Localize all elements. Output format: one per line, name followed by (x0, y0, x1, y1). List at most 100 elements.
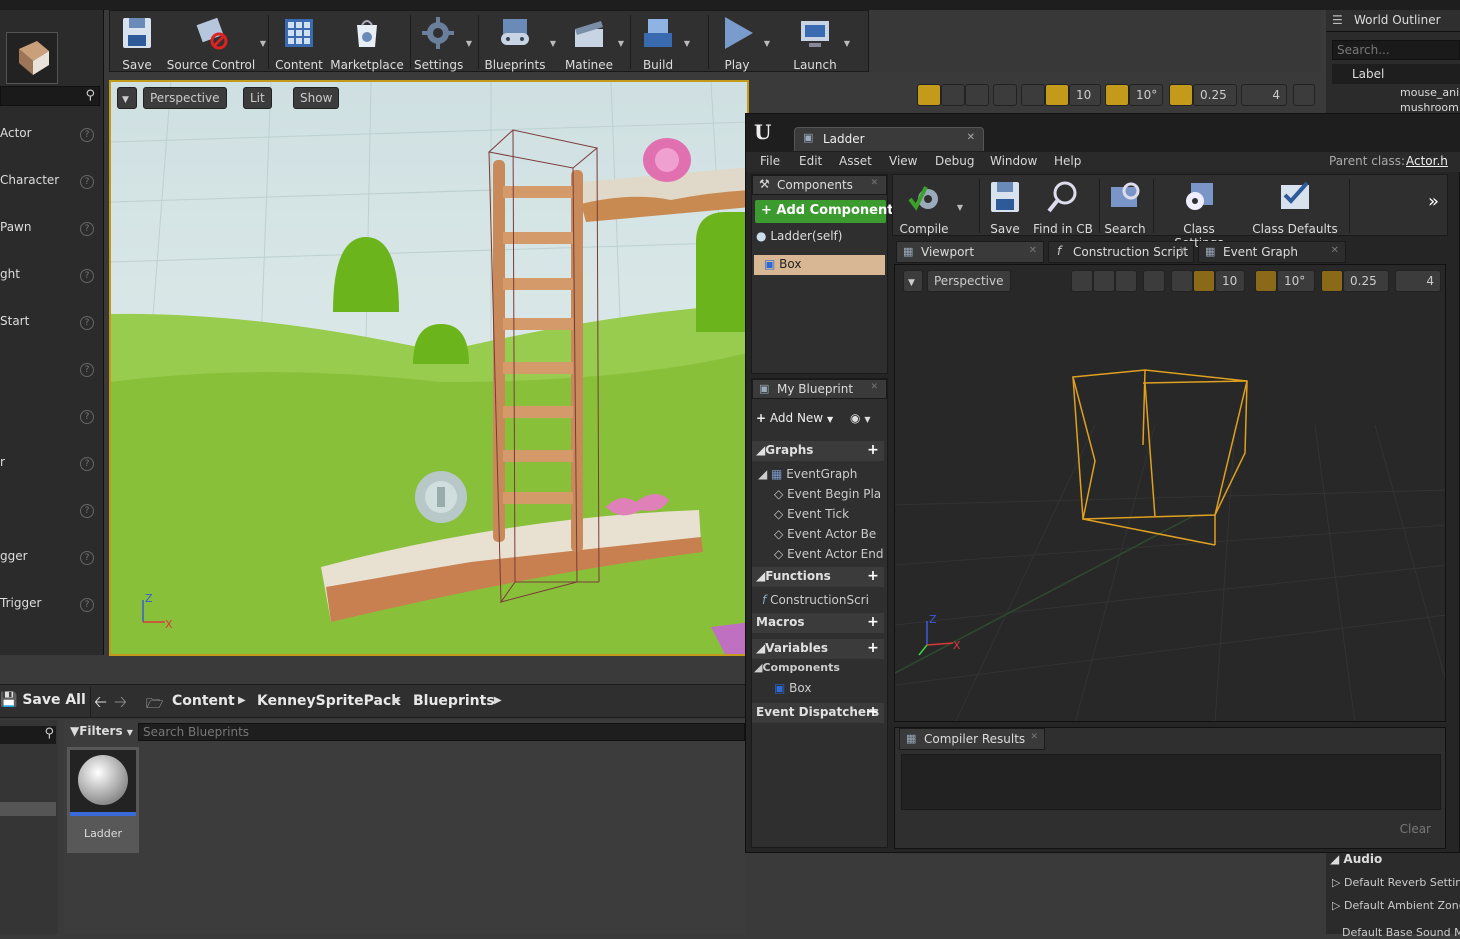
bp-viewport-options-button[interactable]: ▼ (903, 270, 923, 292)
back-icon[interactable]: 🡠 (94, 691, 107, 718)
bp-perspective-button[interactable]: Perspective (927, 270, 1011, 292)
viewport-options-button[interactable]: ▼ (117, 87, 137, 109)
asset-tile-ladder[interactable]: Ladder (67, 747, 139, 853)
scale-icon[interactable] (965, 84, 989, 106)
breadcrumb-blueprints[interactable]: Blueprints (413, 693, 495, 709)
placeable-item[interactable]: ? (0, 408, 100, 428)
add-macro-icon[interactable]: + (866, 615, 880, 629)
chevron-down-icon[interactable]: ▼ (618, 39, 624, 48)
parent-class-link[interactable]: Actor.h (1406, 154, 1448, 168)
help-icon[interactable]: ? (80, 222, 94, 236)
scale-snap-icon[interactable] (1169, 84, 1193, 106)
bp-camera-speed[interactable]: 4 (1395, 270, 1441, 292)
scale-icon[interactable] (1115, 270, 1137, 292)
translate-icon[interactable] (1071, 270, 1093, 292)
rotation-snap-size[interactable]: 10° (1129, 84, 1163, 106)
asset-search-input[interactable]: Search Blueprints (138, 723, 745, 741)
show-button[interactable]: Show (293, 87, 340, 109)
save-all-button[interactable]: 💾 Save All (0, 692, 86, 708)
placeable-item[interactable]: Start? (0, 314, 100, 334)
event-item[interactable]: ◇ Event Begin Pla (774, 487, 886, 501)
view-options-button[interactable]: ◉ ▼ (850, 411, 870, 425)
surface-snap-icon[interactable] (1021, 84, 1045, 106)
world-local-icon[interactable] (1143, 270, 1165, 292)
source-control-button[interactable]: Source Control ▼ (166, 13, 266, 72)
outliner-search-input[interactable]: Search... (1332, 40, 1460, 60)
placeable-item[interactable]: Character? (0, 173, 100, 193)
audio-section[interactable]: ◢ Audio (1330, 852, 1382, 866)
placeable-item[interactable]: Actor? (0, 126, 100, 146)
filters-button[interactable]: ▼Filters ▼ (70, 724, 133, 738)
scale-snap-icon[interactable] (1321, 270, 1343, 292)
add-component-button[interactable]: + Add Component (755, 200, 893, 223)
event-dispatchers-section[interactable]: Event Dispatchers + (752, 703, 884, 723)
menu-help[interactable]: Help (1054, 154, 1081, 168)
breadcrumb-content[interactable]: Content (172, 693, 235, 709)
breadcrumb-kenneyspritepack[interactable]: KenneySpritePack (257, 693, 401, 709)
help-icon[interactable]: ? (80, 504, 94, 518)
close-icon[interactable]: ✕ (967, 132, 975, 143)
chevron-down-icon[interactable]: ▼ (260, 39, 266, 48)
close-icon[interactable]: ✕ (1030, 732, 1038, 742)
menu-file[interactable]: File (760, 154, 780, 168)
bp-save-button[interactable]: Save (985, 177, 1025, 236)
details-row[interactable]: ▷ Default Reverb Settings (1332, 876, 1460, 889)
placeable-item[interactable]: gger? (0, 549, 100, 569)
forward-icon[interactable]: 🡢 (114, 691, 127, 718)
content-button[interactable]: Content (274, 13, 324, 72)
bp-rotation-snap-size[interactable]: 10° (1277, 270, 1315, 292)
place-mode-icon[interactable] (6, 32, 58, 84)
component-box[interactable]: ▣ Box (754, 255, 885, 275)
event-item[interactable]: ◇ Event Tick (774, 507, 886, 521)
build-button[interactable]: Build ▼ (636, 13, 690, 72)
folder-icon[interactable]: 🗁 (146, 693, 163, 717)
tab-viewport[interactable]: ▦ Viewport ✕ (896, 241, 1044, 263)
menu-debug[interactable]: Debug (935, 154, 974, 168)
add-dispatcher-icon[interactable]: + (866, 705, 880, 719)
compile-button[interactable]: Compile ▼ (899, 177, 963, 236)
grid-snap-icon[interactable] (1193, 270, 1215, 292)
tab-construction-script[interactable]: f Construction Script ✕ (1048, 241, 1194, 263)
help-icon[interactable]: ? (80, 363, 94, 377)
save-button[interactable]: Save (114, 13, 160, 72)
chevron-down-icon[interactable]: ▼ (550, 39, 556, 48)
grid-snap-icon[interactable] (1045, 84, 1069, 106)
help-icon[interactable]: ? (80, 551, 94, 565)
close-icon[interactable]: ✕ (870, 178, 878, 188)
menu-view[interactable]: View (889, 154, 917, 168)
rotation-snap-icon[interactable] (1255, 270, 1277, 292)
close-icon[interactable]: ✕ (870, 382, 878, 392)
expand-toolbar-icon[interactable]: » (1428, 191, 1439, 212)
placeable-item[interactable]: ? (0, 361, 100, 381)
search-button[interactable]: Search (1103, 177, 1147, 236)
details-row[interactable]: Default Base Sound M (1342, 926, 1460, 939)
help-icon[interactable]: ? (80, 128, 94, 142)
menu-asset[interactable]: Asset (839, 154, 872, 168)
tab-event-graph[interactable]: ▦ Event Graph ✕ (1198, 241, 1346, 263)
bp-document-tab[interactable]: ▣ Ladder ✕ (794, 127, 984, 151)
rotate-icon[interactable] (1093, 270, 1115, 292)
bp-grid-snap-size[interactable]: 10 (1215, 270, 1245, 292)
marketplace-button[interactable]: Marketplace (330, 13, 404, 72)
world-local-icon[interactable] (993, 84, 1017, 106)
variables-section[interactable]: ◢Variables + (752, 639, 884, 659)
settings-button[interactable]: Settings ▼ (414, 13, 472, 72)
construction-script-function[interactable]: f ConstructionScri (762, 593, 886, 607)
functions-section[interactable]: ◢Functions + (752, 567, 884, 587)
clear-button[interactable]: Clear (1400, 822, 1431, 836)
event-graph-item[interactable]: ◢ ▦ EventGraph (758, 467, 886, 481)
maximize-icon[interactable] (1293, 84, 1315, 106)
event-item[interactable]: ◇ Event Actor End (774, 547, 886, 561)
chevron-down-icon[interactable]: ▼ (764, 39, 770, 48)
grid-snap-size[interactable]: 10 (1069, 84, 1101, 106)
chevron-down-icon[interactable]: ▼ (684, 39, 690, 48)
help-icon[interactable]: ? (80, 175, 94, 189)
rotate-icon[interactable] (941, 84, 965, 106)
outliner-label-column[interactable]: Label (1332, 64, 1460, 84)
component-ladder-self[interactable]: ● Ladder(self) (756, 229, 842, 243)
placeable-item[interactable]: Trigger? (0, 596, 100, 616)
bp-scale-snap-size[interactable]: 0.25 (1343, 270, 1389, 292)
chevron-down-icon[interactable]: ▼ (844, 39, 850, 48)
chevron-down-icon[interactable]: ▼ (957, 203, 963, 212)
class-settings-button[interactable]: Class Settings (1157, 177, 1241, 250)
